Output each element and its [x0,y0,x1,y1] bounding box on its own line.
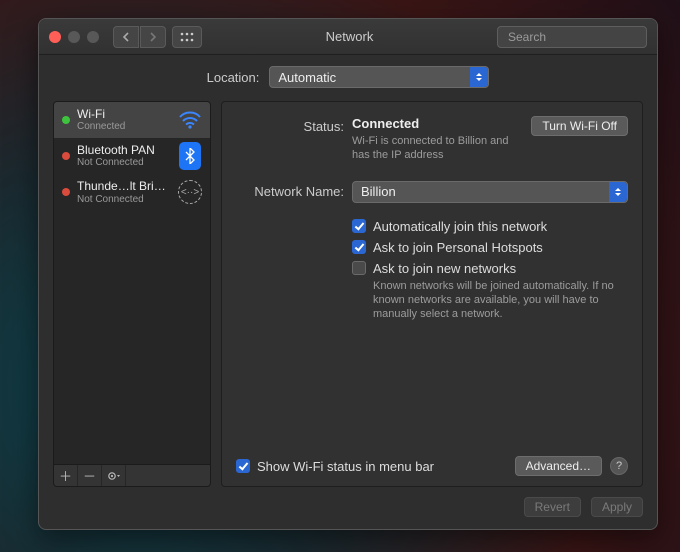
auto-join-label: Automatically join this network [373,219,547,234]
location-row: Location: Automatic [39,55,657,99]
chevron-up-down-icon [609,182,627,202]
show-all-button[interactable] [172,26,202,48]
add-connection-button[interactable]: ＋ [54,465,78,486]
chevron-up-down-icon [470,67,488,87]
checkbox-icon [352,219,366,233]
detail-panel: Status: Connected Wi-Fi is connected to … [221,101,643,487]
auto-join-checkbox-row[interactable]: Automatically join this network [352,219,628,234]
status-description: Wi-Fi is connected to Billion and has th… [352,134,521,163]
asknew-checkbox-row[interactable]: Ask to join new networks Known networks … [352,261,628,322]
connection-status: Connected [77,121,171,132]
asknew-description: Known networks will be joined automatica… [373,279,623,322]
connection-name: Thunde…lt Bridge [77,180,171,193]
forward-button[interactable] [140,26,166,48]
window-title: Network [202,29,497,44]
connection-status: Not Connected [77,194,171,205]
connection-name: Wi-Fi [77,108,171,121]
asknew-label: Ask to join new networks [373,261,623,276]
bluetooth-icon [178,144,202,168]
advanced-button[interactable]: Advanced… [515,456,602,476]
hotspots-checkbox-row[interactable]: Ask to join Personal Hotspots [352,240,628,255]
remove-connection-button[interactable]: － [78,465,102,486]
network-name-label: Network Name: [236,184,352,199]
nav-back-forward [113,26,166,48]
network-name-select[interactable]: Billion [352,181,628,203]
wifi-toggle-button[interactable]: Turn Wi-Fi Off [531,116,628,136]
search-input[interactable] [508,30,663,44]
connection-options-button[interactable] [102,465,126,486]
close-button[interactable] [49,31,61,43]
location-select[interactable]: Automatic [269,66,489,88]
show-menu-label: Show Wi-Fi status in menu bar [257,459,434,474]
connections-sidebar: Wi-Fi Connected Bluetooth PAN Not Connec… [53,101,211,487]
location-label: Location: [207,70,260,85]
search-field-wrap[interactable] [497,26,647,48]
status-value: Connected [352,116,521,131]
sidebar-item-thunderbolt-bridge[interactable]: Thunde…lt Bridge Not Connected <··> [54,174,210,210]
network-preferences-window: Network Location: Automatic Wi-Fi Connec… [38,18,658,530]
sidebar-item-wifi[interactable]: Wi-Fi Connected [54,102,210,138]
minimize-button[interactable] [68,31,80,43]
connection-name: Bluetooth PAN [77,144,171,157]
checkbox-icon [352,240,366,254]
apply-button[interactable]: Apply [591,497,643,517]
zoom-button[interactable] [87,31,99,43]
connections-list: Wi-Fi Connected Bluetooth PAN Not Connec… [53,101,211,465]
gear-icon [107,470,121,482]
titlebar: Network [39,19,657,55]
help-button[interactable]: ? [610,457,628,475]
status-label: Status: [236,116,352,134]
revert-button[interactable]: Revert [524,497,581,517]
hotspots-label: Ask to join Personal Hotspots [373,240,543,255]
sidebar-item-bluetooth-pan[interactable]: Bluetooth PAN Not Connected [54,138,210,174]
window-controls [49,31,99,43]
show-menu-checkbox-row[interactable]: Show Wi-Fi status in menu bar [236,459,434,474]
checkbox-icon [236,459,250,473]
bottom-buttons: Revert Apply [39,487,657,529]
network-name-value: Billion [361,184,396,199]
location-value: Automatic [278,70,336,85]
status-dot [62,188,70,196]
status-dot [62,116,70,124]
wifi-icon [178,108,202,132]
back-button[interactable] [113,26,139,48]
thunderbolt-icon: <··> [178,180,202,204]
sidebar-actions: ＋ － [53,465,211,487]
connection-status: Not Connected [77,157,171,168]
checkbox-icon [352,261,366,275]
status-dot [62,152,70,160]
